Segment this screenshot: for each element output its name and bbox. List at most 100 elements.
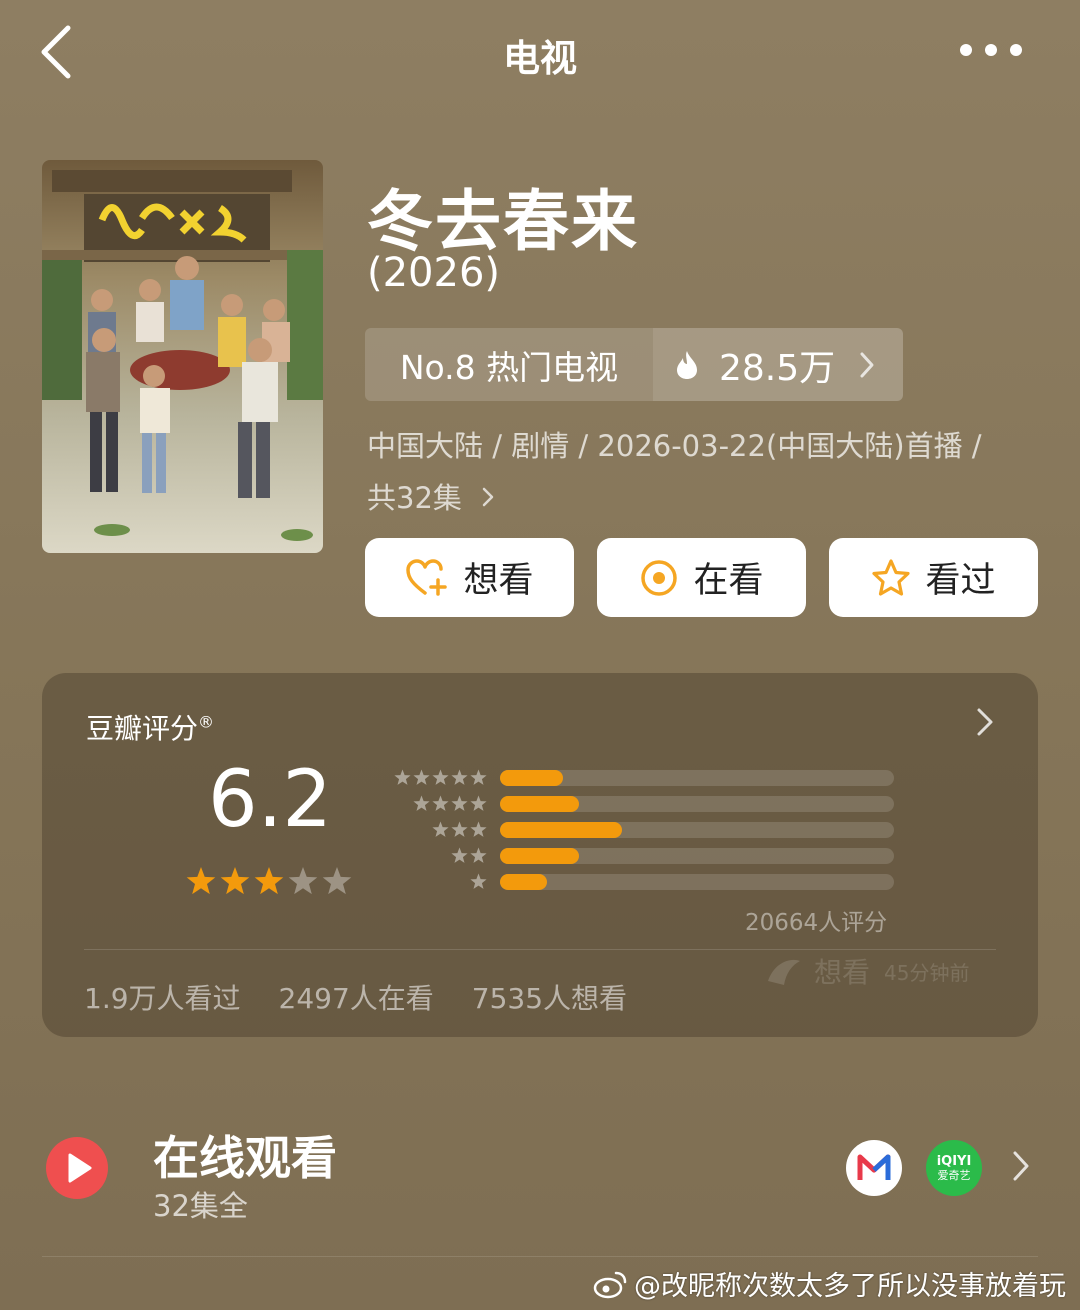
small-star-icon <box>413 795 430 811</box>
distribution-row <box>382 873 902 891</box>
iqiyi-logo-sub: 爱奇艺 <box>937 1168 971 1182</box>
distribution-track <box>500 796 894 812</box>
hot-rank-bar[interactable]: No.8 热门电视 28.5万 <box>365 328 903 401</box>
distribution-fill <box>500 874 548 890</box>
small-star-icon <box>451 847 468 863</box>
mango-tv-logo-icon[interactable] <box>846 1140 902 1196</box>
weibo-watermark: @改昵称次数太多了所以没事放着玩 <box>592 1264 1066 1303</box>
watermark-text: @改昵称次数太多了所以没事放着玩 <box>634 1271 1066 1302</box>
watching-button[interactable]: 在看 <box>597 538 806 617</box>
episodes-link[interactable]: 共32集 <box>367 472 1047 524</box>
small-star-icon <box>413 769 430 785</box>
small-star-icon <box>432 821 449 837</box>
more-dot-icon <box>1010 44 1022 56</box>
small-star-icon <box>470 821 487 837</box>
watermark-time: 45分钟前 <box>884 960 970 985</box>
want-to-watch-label: 想看 <box>463 561 534 601</box>
watching-count: 2497人在看 <box>278 982 434 1015</box>
top-bar: 电视 <box>0 0 1080 100</box>
small-star-icon <box>432 769 449 785</box>
audience-stats: 1.9万人看过 2497人在看 7535人想看 <box>84 977 627 1017</box>
want-to-watch-button[interactable]: 想看 <box>365 538 574 617</box>
distribution-row <box>382 847 902 865</box>
distribution-row <box>382 769 902 787</box>
small-star-icon <box>451 795 468 811</box>
rating-score: 6.2 <box>208 755 333 845</box>
watermark-label: 想看 <box>814 956 871 989</box>
divider <box>42 1256 1038 1257</box>
watching-label: 在看 <box>693 561 764 601</box>
trademark-symbol: ® <box>198 712 215 732</box>
weibo-icon <box>593 1271 627 1298</box>
small-star-icon <box>470 769 487 785</box>
distribution-track <box>500 770 894 786</box>
row-stars-icon <box>432 821 487 837</box>
watched-button[interactable]: 看过 <box>829 538 1038 617</box>
poster-image[interactable] <box>42 160 323 553</box>
meta-line: 中国大陆 / 剧情 / 2026-03-22(中国大陆)首播 / <box>367 429 982 463</box>
chevron-right-icon[interactable] <box>1012 1150 1030 1182</box>
more-dot-icon <box>985 44 997 56</box>
more-options-button[interactable] <box>960 40 1022 60</box>
distribution-fill <box>500 822 623 838</box>
row-stars-icon <box>451 847 487 863</box>
show-year: (2026) <box>367 250 501 296</box>
target-circle-icon <box>641 559 678 596</box>
rating-title: 豆瓣评分® <box>86 707 214 747</box>
small-star-icon <box>451 769 468 785</box>
small-star-icon <box>451 821 468 837</box>
heart-plus-icon <box>406 558 448 596</box>
distribution-track <box>500 848 894 864</box>
distribution-fill <box>500 796 579 812</box>
star-empty-icon <box>288 867 318 895</box>
heat-value: 28.5万 <box>719 347 836 389</box>
rating-count: 20664人评分 <box>745 910 888 936</box>
star-outline-icon <box>872 558 911 596</box>
play-button[interactable] <box>46 1137 108 1199</box>
star-filled-icon <box>254 867 284 895</box>
star-empty-icon <box>322 867 352 895</box>
page-title: 电视 <box>503 37 577 80</box>
small-star-icon <box>394 769 411 785</box>
row-stars-icon <box>394 769 487 785</box>
star-filled-icon <box>186 867 216 895</box>
more-dot-icon <box>960 44 972 56</box>
mango-tv-mark <box>857 1154 891 1180</box>
poster-illustration <box>42 160 323 553</box>
chevron-right-icon <box>860 352 874 377</box>
watched-label: 看过 <box>925 561 996 601</box>
distribution-fill <box>500 770 564 786</box>
star-filled-icon <box>220 867 250 895</box>
iqiyi-logo-icon[interactable]: iQIYI 爱奇艺 <box>926 1140 982 1196</box>
chevron-right-icon <box>482 487 494 507</box>
online-watch-subtitle: 32集全 <box>153 1189 248 1223</box>
watched-count: 1.9万人看过 <box>84 982 241 1015</box>
episodes-count: 共32集 <box>367 481 462 515</box>
divider <box>84 949 996 950</box>
distribution-row <box>382 821 902 839</box>
small-star-icon <box>470 873 487 889</box>
small-star-icon <box>470 847 487 863</box>
distribution-fill <box>500 848 579 864</box>
want-count: 7535人想看 <box>471 982 628 1015</box>
score-stars <box>186 867 352 895</box>
iqiyi-logo-text: iQIYI <box>936 1153 972 1169</box>
douban-rating-card[interactable]: 豆瓣评分® 6.2 20664人评分 想看 45分钟前 1.9万人看过 2497… <box>42 673 1038 1037</box>
flame-icon <box>677 350 697 379</box>
bird-logo-icon <box>768 959 800 985</box>
distribution-track <box>500 822 894 838</box>
row-stars-icon <box>413 795 487 811</box>
show-meta: 中国大陆 / 剧情 / 2026-03-22(中国大陆)首播 / 共32集 <box>367 420 1047 524</box>
faded-watermark: 想看 45分钟前 <box>764 951 969 991</box>
small-star-icon <box>470 795 487 811</box>
heat-section: 28.5万 <box>653 328 903 401</box>
distribution-row <box>382 795 902 813</box>
rating-title-text: 豆瓣评分 <box>86 712 199 745</box>
distribution-track <box>500 874 894 890</box>
chevron-right-icon[interactable] <box>976 707 994 737</box>
small-star-icon <box>432 795 449 811</box>
rank-label: No.8 热门电视 <box>365 328 653 401</box>
online-watch-title[interactable]: 在线观看 <box>153 1122 337 1188</box>
row-stars-icon <box>470 873 487 889</box>
play-icon <box>68 1153 92 1183</box>
